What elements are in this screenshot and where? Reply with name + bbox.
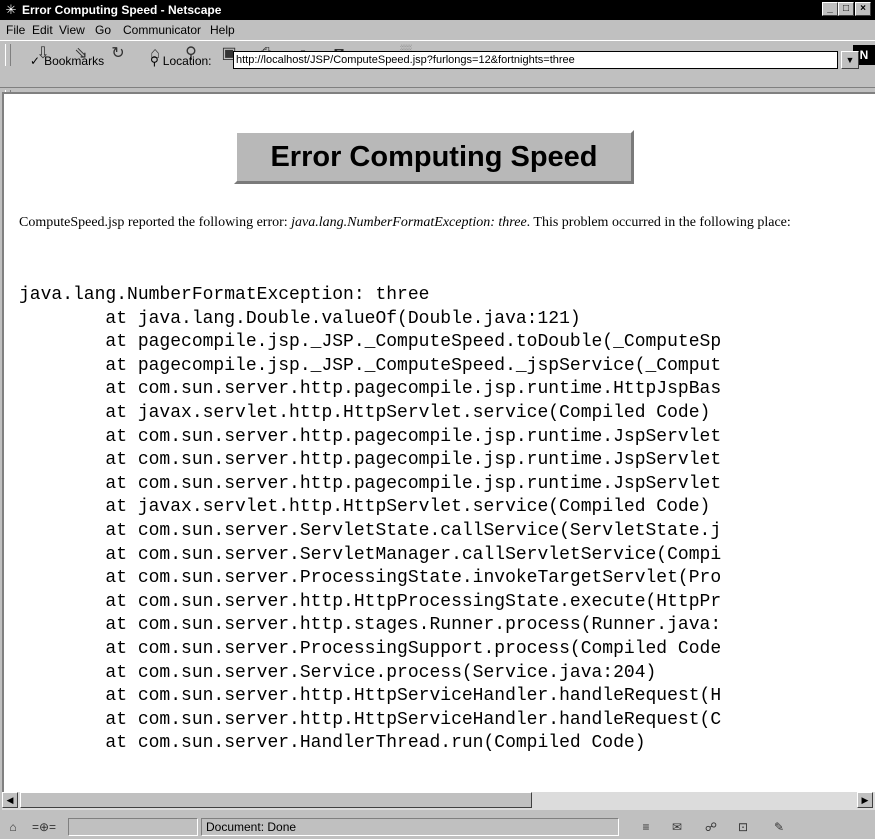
title-bar: ✳ Error Computing Speed - Netscape _ □ × [0,0,875,20]
stack-frame-line: at com.sun.server.HandlerThread.run(Comp… [19,733,646,754]
status-bar: ⌂ =⊕= Document: Done ≡ ✉ ☍ ⊡ ✎ [0,815,875,839]
stack-frame-line: at pagecompile.jsp._JSP._ComputeSpeed.to… [19,332,722,353]
stack-frame-line: at com.sun.server.ProcessingSupport.proc… [19,638,722,659]
discussion-component-icon[interactable]: ☍ [702,819,720,835]
progress-panel [68,818,198,836]
maximize-button[interactable]: □ [838,2,854,16]
security-lock-icon[interactable]: ⌂ [4,819,22,835]
error-description: ComputeSpeed.jsp reported the following … [19,212,839,234]
composer-component-icon[interactable]: ⊡ [734,819,752,835]
location-label-text: Location: [162,54,212,68]
heading-box: Error Computing Speed [234,130,634,184]
error-intro-suffix: . This problem occurred in the following… [526,215,791,230]
browser-window: ✳ Error Computing Speed - Netscape _ □ ×… [0,0,875,839]
page-heading: Error Computing Speed [270,141,598,173]
stack-frame-line: at com.sun.server.http.pagecompile.jsp.r… [19,473,722,494]
minimize-button[interactable]: _ [822,2,838,16]
close-button[interactable]: × [855,2,871,16]
stack-frame-line: at com.sun.server.ServletManager.callSer… [19,544,722,565]
exception-line: java.lang.NumberFormatException: three [19,285,430,305]
menu-file[interactable]: File [6,23,25,37]
scroll-thumb[interactable] [20,792,532,808]
location-icon: ⚲ [150,54,159,68]
scroll-left-button[interactable]: ◀ [2,792,18,808]
navigator-component-icon[interactable]: ≡ [637,819,655,835]
reload-icon[interactable]: ↻ [107,45,129,63]
stack-frame-line: at com.sun.server.http.HttpProcessingSta… [19,591,722,612]
stack-frame-line: at com.sun.server.http.pagecompile.jsp.r… [19,426,722,447]
window-title: Error Computing Speed - Netscape [22,3,222,17]
error-intro-prefix: ComputeSpeed.jsp reported the following … [19,215,292,230]
toolbar-grip[interactable] [5,44,11,66]
stack-frame-line: at com.sun.server.http.stages.Runner.pro… [19,615,722,636]
stack-frame-line: at com.sun.server.http.HttpServiceHandle… [19,709,722,730]
stack-frame-line: at com.sun.server.http.pagecompile.jsp.r… [19,379,722,400]
mail-component-icon[interactable]: ✉ [668,819,686,835]
menu-go[interactable]: Go [95,23,111,37]
horizontal-scrollbar[interactable]: ◀ ▶ [2,792,875,810]
stack-frame-line: at javax.servlet.http.HttpServlet.servic… [19,402,711,423]
stack-frame-line: at com.sun.server.http.HttpServiceHandle… [19,686,722,707]
connection-indicator-icon: =⊕= [31,820,57,834]
location-label: ⚲ Location: [150,52,212,70]
stack-frame-line: at javax.servlet.http.HttpServlet.servic… [19,497,711,518]
stack-frame-line: at com.sun.server.ServletState.callServi… [19,520,722,541]
stack-trace: java.lang.NumberFormatException: three a… [19,284,721,756]
stack-frame-line: at com.sun.server.http.pagecompile.jsp.r… [19,450,722,471]
menu-edit[interactable]: Edit [32,23,53,37]
menu-communicator[interactable]: Communicator [123,23,201,37]
error-message: java.lang.NumberFormatException: three [291,215,527,230]
stack-frame-line: at pagecompile.jsp._JSP._ComputeSpeed._j… [19,355,722,376]
menu-view[interactable]: View [59,23,85,37]
url-input[interactable]: http://localhost/JSP/ComputeSpeed.jsp?fu… [233,51,838,69]
menu-help[interactable]: Help [210,23,235,37]
scroll-right-button[interactable]: ▶ [857,792,873,808]
stack-frame-line: at com.sun.server.ProcessingState.invoke… [19,568,722,589]
netscape-app-icon: ✳ [5,2,17,17]
editor-component-icon[interactable]: ✎ [770,819,788,835]
url-dropdown-button[interactable]: ▼ [841,51,859,69]
status-text: Document: Done [201,818,619,836]
bookmarks-button[interactable]: ✓ Bookmarks [30,52,104,70]
stack-frame-line: at com.sun.server.Service.process(Servic… [19,662,657,683]
bookmarks-icon: ✓ [30,54,41,68]
page-content: Error Computing Speed ComputeSpeed.jsp r… [2,92,875,792]
menu-bar: File Edit View Go Communicator Help [0,20,875,40]
stack-frame-line: at java.lang.Double.valueOf(Double.java:… [19,308,581,329]
bookmarks-label: Bookmarks [44,54,105,68]
